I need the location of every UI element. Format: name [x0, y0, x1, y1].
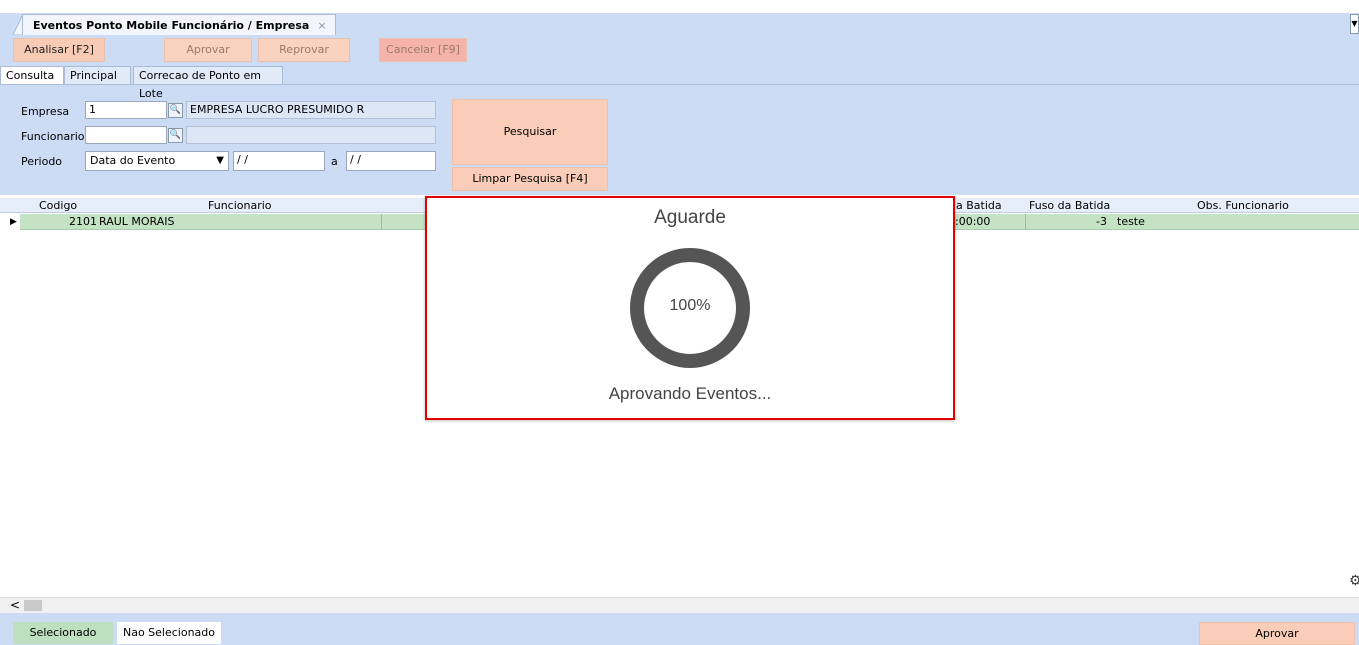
legend-nao-selecionado: Nao Selecionado — [117, 622, 221, 644]
chevron-down-icon: ▼ — [216, 155, 224, 166]
empresa-code-input[interactable]: 1 — [85, 101, 167, 119]
cancelar-button[interactable]: Cancelar [F9] — [379, 38, 467, 62]
pesquisar-button[interactable]: Pesquisar — [452, 99, 608, 165]
document-tab-title: Eventos Ponto Mobile Funcionário / Empre… — [33, 19, 310, 32]
tab-divider — [0, 84, 1359, 85]
column-separator — [1025, 214, 1026, 230]
aprovar-button[interactable]: Aprovar — [1199, 622, 1355, 645]
row-pointer-icon: ▶ — [0, 214, 20, 230]
col-header-funcionario[interactable]: Funcionario — [208, 199, 272, 212]
reprovar-button[interactable]: Reprovar — [258, 38, 350, 62]
funcionario-code-input[interactable] — [85, 126, 167, 144]
chevron-down-icon[interactable]: ▼ — [1350, 14, 1359, 34]
cell-funcionario: RAUL MORAIS — [99, 215, 175, 228]
legend-selecionado: Selecionado — [13, 622, 113, 644]
progress-dialog: Aguarde 100% Aprovando Eventos... — [425, 196, 955, 420]
date-from-input[interactable]: / / — [233, 151, 325, 171]
dialog-title: Aguarde — [654, 207, 726, 228]
funcionario-name-field — [186, 126, 436, 144]
periodo-label: Periodo — [21, 155, 63, 168]
dialog-message: Aprovando Eventos... — [608, 384, 772, 403]
window-top-strip — [0, 0, 1359, 13]
cell-codigo: 2101 — [69, 215, 97, 228]
periodo-type-select[interactable]: Data do Evento ▼ — [85, 151, 229, 171]
document-tab[interactable]: Eventos Ponto Mobile Funcionário / Empre… — [22, 14, 336, 35]
cell-obs: teste — [1117, 215, 1145, 228]
funcionario-label: Funcionario — [21, 130, 85, 143]
date-to-input[interactable]: / / — [346, 151, 436, 171]
progress-percent: 100% — [669, 297, 711, 314]
empresa-name-field: EMPRESA LUCRO PRESUMIDO R — [186, 101, 436, 119]
limpar-pesquisa-button[interactable]: Limpar Pesquisa [F4] — [452, 167, 608, 191]
scrollbar-thumb[interactable] — [24, 600, 42, 611]
col-header-batida[interactable]: a Batida — [956, 199, 1002, 212]
horizontal-scrollbar[interactable]: < — [0, 597, 1359, 613]
tab-principal[interactable]: Principal — [64, 66, 131, 85]
aprovar-toolbar-button[interactable]: Aprovar — [164, 38, 252, 62]
date-range-separator: a — [331, 155, 338, 168]
tab-consulta[interactable]: Consulta — [0, 66, 64, 85]
periodo-type-value: Data do Evento — [90, 154, 176, 167]
close-icon[interactable]: × — [317, 19, 326, 32]
gear-icon[interactable]: ⚙ — [1349, 573, 1359, 589]
col-header-obs[interactable]: Obs. Funcionario — [1197, 199, 1289, 212]
funcionario-search-icon[interactable]: 🔍 — [168, 128, 183, 143]
col-header-codigo[interactable]: Codigo — [39, 199, 77, 212]
cell-fuso: -3 — [1096, 215, 1107, 228]
scroll-left-icon[interactable]: < — [10, 598, 20, 613]
empresa-search-icon[interactable]: 🔍 — [168, 103, 183, 118]
empresa-label: Empresa — [21, 105, 70, 118]
column-separator — [381, 214, 382, 230]
tab-correcao-lote[interactable]: Correcao de Ponto em Lote — [133, 66, 283, 100]
analisar-button[interactable]: Analisar [F2] — [13, 38, 105, 62]
col-header-fuso[interactable]: Fuso da Batida — [1029, 199, 1110, 212]
